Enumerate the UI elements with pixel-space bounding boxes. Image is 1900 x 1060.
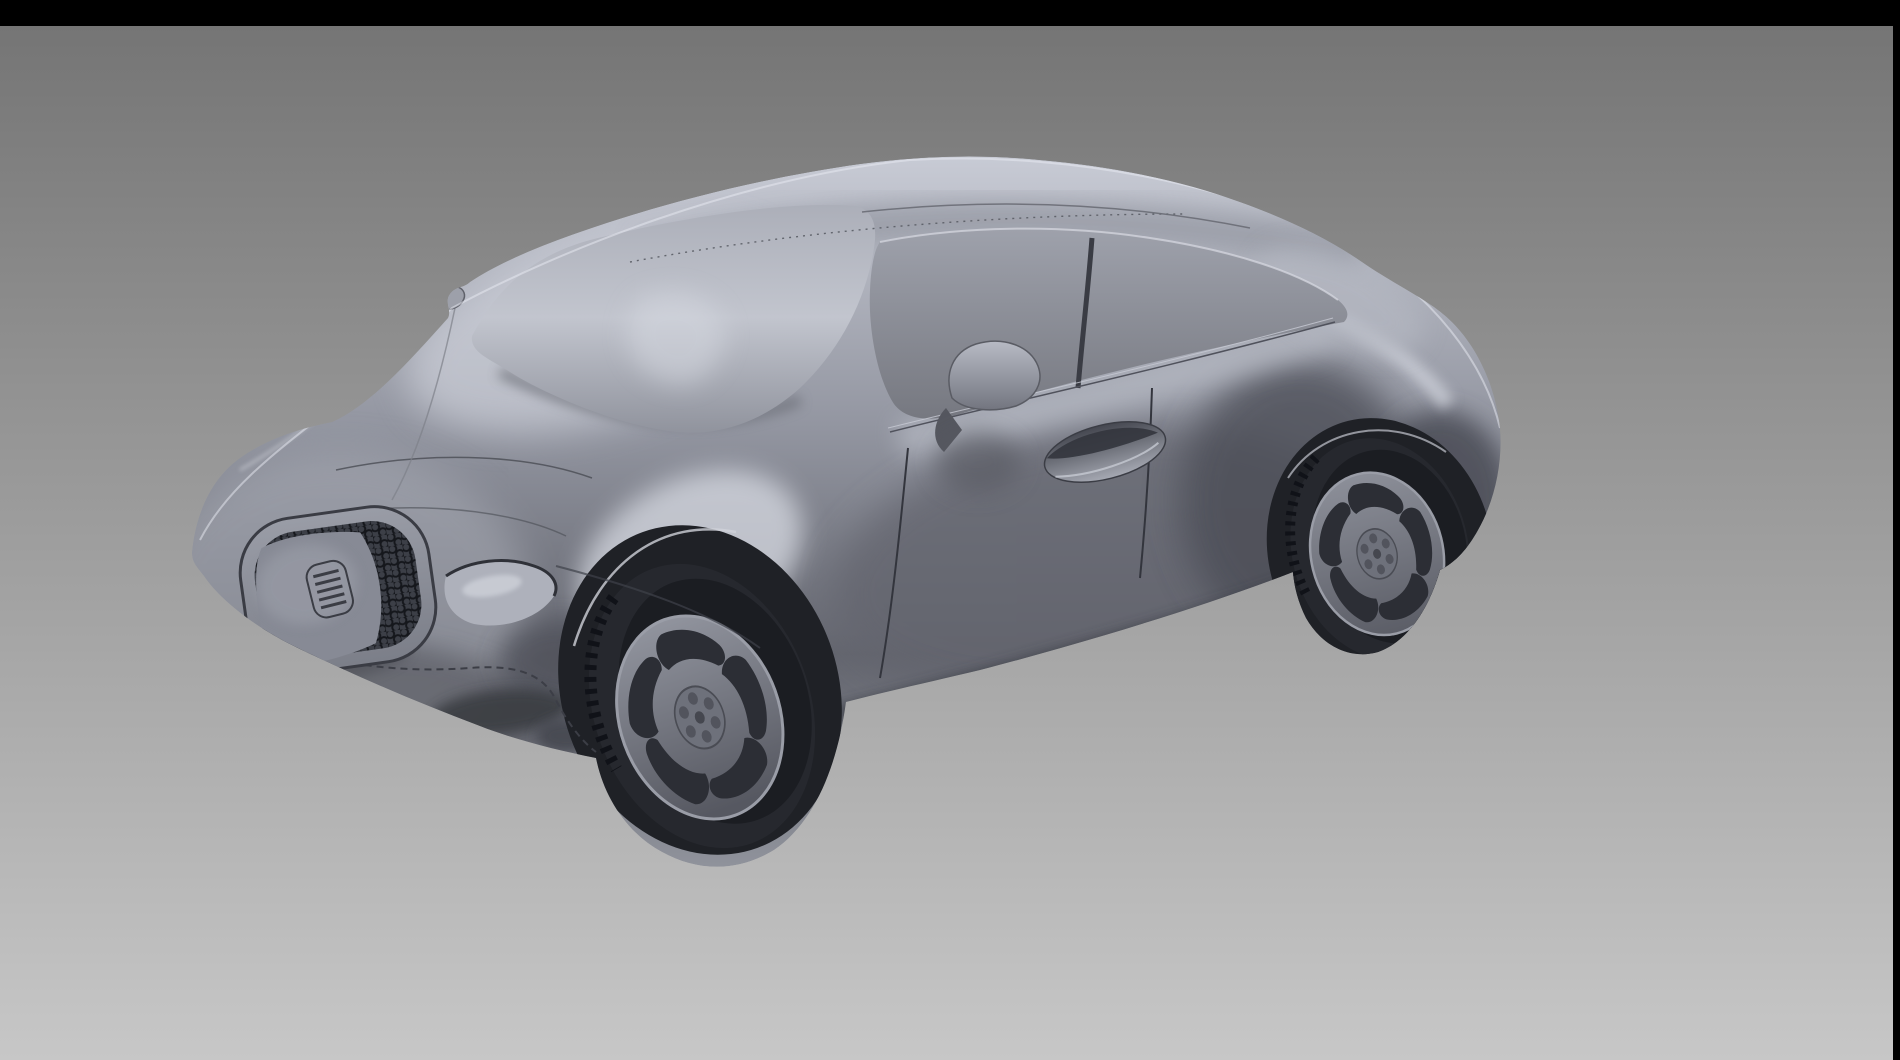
- application-window: [0, 0, 1900, 1060]
- window-top-bar: [0, 0, 1900, 26]
- viewport-container: [0, 26, 1893, 1060]
- window-right-strip: [1893, 0, 1900, 1060]
- 3d-viewport[interactable]: [0, 26, 1893, 1060]
